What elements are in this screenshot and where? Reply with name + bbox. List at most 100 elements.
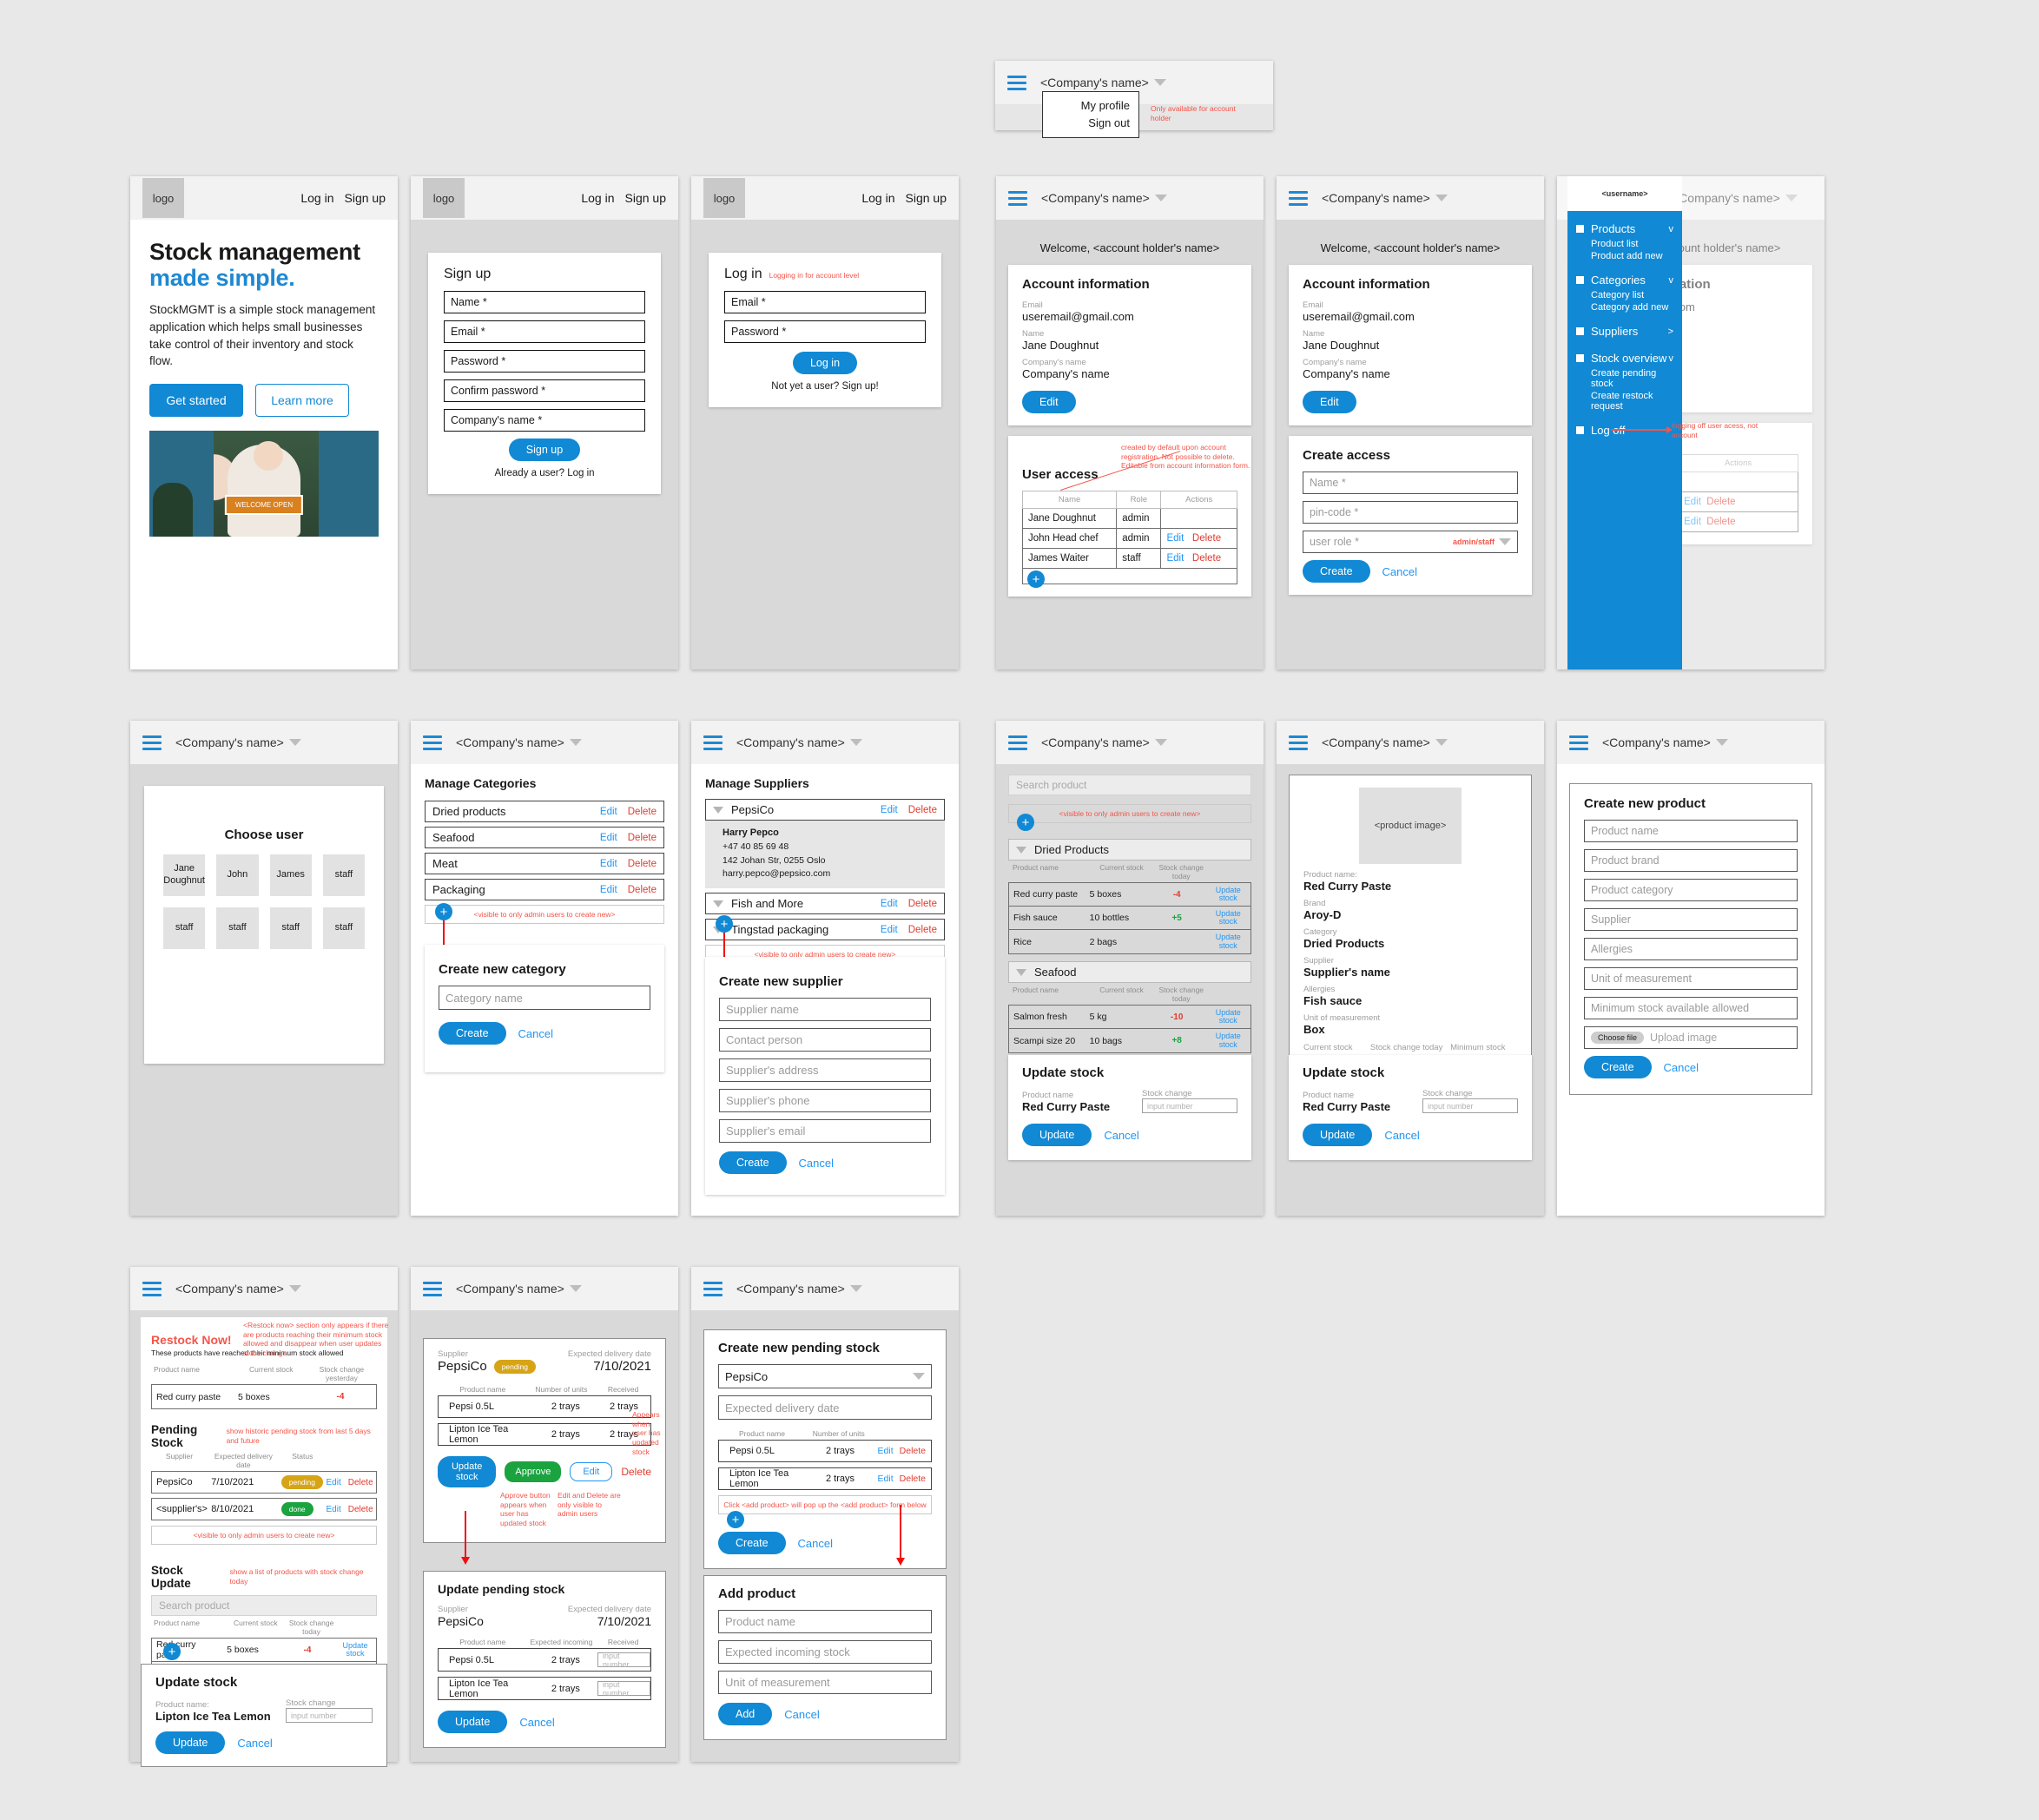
chevron-down-icon[interactable] — [1785, 195, 1798, 201]
chevron-down-icon[interactable] — [713, 806, 723, 814]
category-row[interactable]: Dried products Edit Delete — [425, 801, 664, 822]
received-input[interactable]: input number — [597, 1652, 650, 1669]
edit-link[interactable]: Edit — [1166, 553, 1184, 564]
hamburger-icon[interactable] — [423, 1281, 442, 1296]
add-product-button[interactable]: + — [1017, 814, 1034, 831]
pending-row[interactable]: PepsiCo 7/10/2021 pending Edit Delete — [151, 1471, 377, 1494]
delete-link[interactable]: Delete — [900, 1474, 926, 1484]
edit-link[interactable]: Edit — [327, 1505, 341, 1514]
delete-link[interactable]: Delete — [1706, 517, 1735, 527]
chevron-down-icon[interactable] — [288, 1285, 301, 1292]
user-tile[interactable]: James — [269, 854, 312, 896]
email-field[interactable]: Email * — [724, 291, 926, 313]
category-group-header[interactable]: Seafood — [1008, 961, 1251, 983]
delete-link[interactable]: Delete — [908, 925, 937, 935]
delete-link[interactable]: Delete — [348, 1505, 373, 1514]
chevron-down-icon[interactable] — [1016, 846, 1026, 854]
chevron-right-icon[interactable]: > — [1668, 326, 1673, 337]
cancel-link[interactable]: Cancel — [784, 1708, 819, 1721]
category-row[interactable]: Meat Edit Delete — [425, 853, 664, 874]
cancel-link[interactable]: Cancel — [518, 1027, 553, 1040]
login-button[interactable]: Log in — [792, 352, 858, 374]
user-tile[interactable]: staff — [269, 907, 312, 949]
password-field[interactable]: Password * — [724, 320, 926, 343]
sidebar-subitem-category-list[interactable]: Category list — [1567, 289, 1682, 301]
product-name-input[interactable]: Product name — [718, 1610, 932, 1633]
unit-of-measurement-input[interactable]: Unit of measurement — [1584, 967, 1798, 990]
stock-change-input[interactable]: input number — [1422, 1098, 1518, 1113]
add-category-button[interactable]: + — [435, 903, 452, 920]
menu-item-sign-out[interactable]: Sign out — [1052, 115, 1130, 132]
create-button[interactable]: Create — [1584, 1056, 1652, 1078]
chevron-down-icon[interactable]: v — [1669, 353, 1674, 364]
hamburger-icon[interactable] — [1007, 75, 1026, 90]
expected-incoming-input[interactable]: Expected incoming stock — [718, 1640, 932, 1664]
upload-image-field[interactable]: Choose file Upload image — [1584, 1026, 1798, 1049]
edit-link[interactable]: Edit — [600, 807, 617, 817]
add-user-button[interactable]: + — [1027, 570, 1045, 588]
contact-person-input[interactable]: Contact person — [719, 1028, 931, 1052]
cancel-link[interactable]: Cancel — [798, 1537, 833, 1550]
choose-file-button[interactable]: Choose file — [1591, 1032, 1645, 1044]
sidebar-item-suppliers[interactable]: Suppliers > — [1567, 322, 1682, 340]
user-tile[interactable]: Jane Doughnut — [163, 854, 206, 896]
cancel-link[interactable]: Cancel — [519, 1716, 554, 1729]
approve-button[interactable]: Approve — [505, 1461, 562, 1482]
unit-of-measurement-input[interactable]: Unit of measurement — [718, 1671, 932, 1694]
cancel-link[interactable]: Cancel — [799, 1157, 834, 1170]
sidebar-item-log-off[interactable]: Log off — [1567, 421, 1682, 439]
chevron-down-icon[interactable] — [288, 739, 301, 746]
nav-signup[interactable]: Sign up — [345, 191, 386, 205]
chevron-down-icon[interactable]: v — [1669, 275, 1674, 286]
not-a-user-link[interactable]: Not yet a user? Sign up! — [724, 381, 926, 392]
menu-item-my-profile[interactable]: My profile — [1052, 97, 1130, 115]
minimum-stock-input[interactable]: Minimum stock available allowed — [1584, 997, 1798, 1019]
profile-dropdown[interactable]: My profile Sign out — [1042, 91, 1139, 139]
name-field[interactable]: Name * — [444, 291, 645, 313]
user-tile[interactable]: staff — [216, 907, 259, 949]
sidebar-subitem-create-pending-stock[interactable]: Create pending stock — [1567, 367, 1682, 390]
edit-link[interactable]: Edit — [878, 1446, 894, 1456]
sidebar-item-products[interactable]: Products v — [1567, 220, 1682, 238]
supplier-email-input[interactable]: Supplier's email — [719, 1119, 931, 1143]
chevron-down-icon[interactable] — [1153, 79, 1166, 86]
chevron-down-icon[interactable] — [1435, 195, 1448, 201]
delete-link[interactable]: Delete — [628, 833, 657, 843]
user-tile[interactable]: staff — [322, 854, 365, 896]
edit-link[interactable]: Edit — [1684, 497, 1701, 507]
user-role-select[interactable]: user role * admin/staff — [1303, 531, 1518, 553]
supplier-phone-input[interactable]: Supplier's phone — [719, 1089, 931, 1112]
supplier-row[interactable]: Fish and More Edit Delete — [705, 893, 945, 914]
hamburger-icon[interactable] — [1289, 735, 1308, 750]
stock-change-input[interactable]: input number — [286, 1708, 373, 1723]
chevron-down-icon[interactable] — [849, 739, 862, 746]
sidebar-subitem-product-add-new[interactable]: Product add new — [1567, 250, 1682, 262]
signup-button[interactable]: Sign up — [508, 439, 581, 461]
edit-link[interactable]: Edit — [600, 833, 617, 843]
chevron-down-icon[interactable] — [1016, 968, 1026, 976]
update-button[interactable]: Update — [155, 1731, 226, 1754]
delete-link[interactable]: Delete — [908, 805, 937, 815]
delete-link[interactable]: Delete — [628, 885, 657, 895]
delete-link[interactable]: Delete — [900, 1446, 926, 1456]
delete-link[interactable]: Delete — [348, 1478, 373, 1487]
create-button[interactable]: Create — [719, 1151, 787, 1174]
category-group-header[interactable]: Dried Products — [1008, 839, 1251, 861]
edit-link[interactable]: Edit — [600, 859, 617, 869]
sidebar-item-stock-overview[interactable]: Stock overview v — [1567, 349, 1682, 367]
update-button[interactable]: Update — [438, 1711, 508, 1733]
category-name-input[interactable]: Category name — [439, 986, 650, 1010]
edit-link[interactable]: Edit — [1166, 533, 1184, 544]
update-button[interactable]: Update — [1022, 1124, 1092, 1146]
hamburger-icon[interactable] — [142, 1281, 162, 1296]
create-button[interactable]: Create — [718, 1532, 786, 1554]
edit-link[interactable]: Edit — [881, 925, 898, 935]
search-input[interactable]: Search product — [151, 1595, 377, 1616]
create-button[interactable]: Create — [439, 1022, 506, 1045]
confirm-password-field[interactable]: Confirm password * — [444, 379, 645, 402]
product-category-input[interactable]: Product category — [1584, 879, 1798, 901]
hamburger-icon[interactable] — [423, 735, 442, 750]
stock-change-input[interactable]: input number — [1142, 1098, 1237, 1113]
password-field[interactable]: Password * — [444, 350, 645, 373]
edit-link[interactable]: Edit — [327, 1478, 341, 1487]
